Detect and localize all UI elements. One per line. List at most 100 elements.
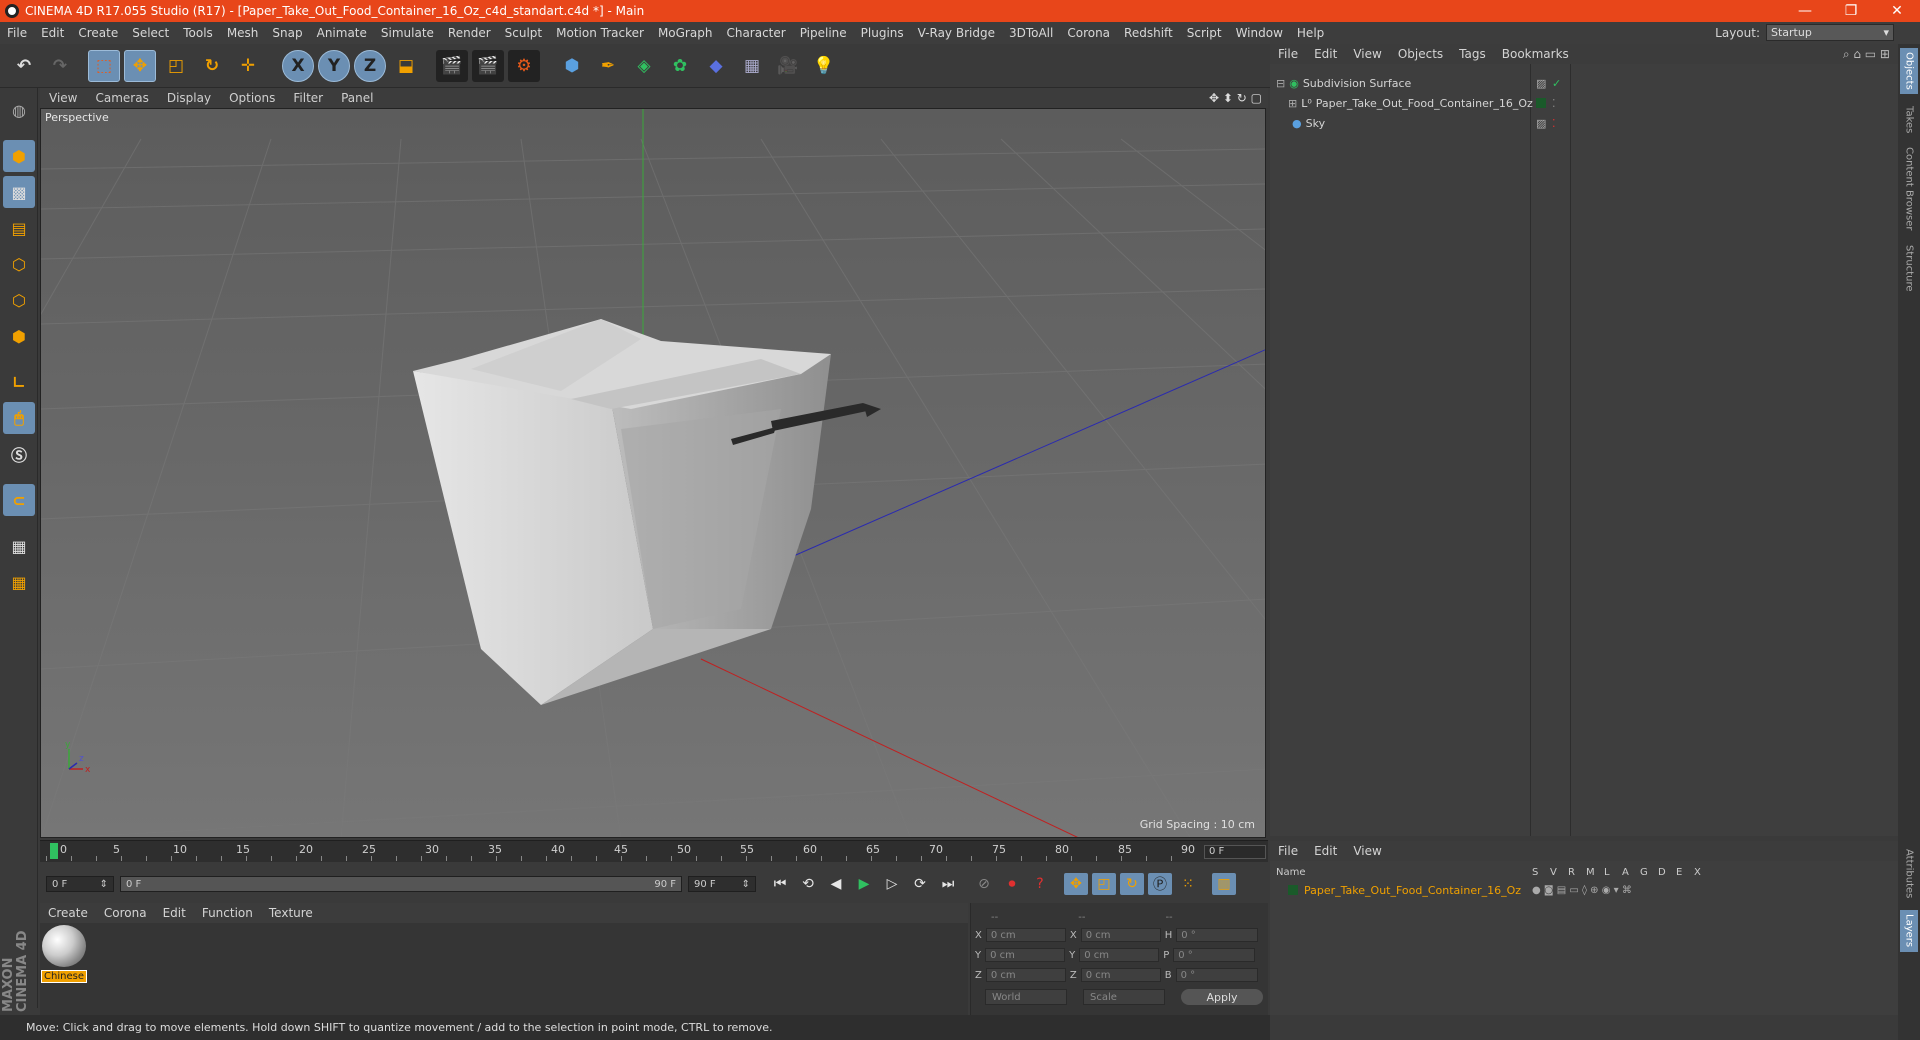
position-y-field[interactable]: 0 cm bbox=[985, 948, 1066, 962]
previous-key-icon[interactable]: ⟲ bbox=[796, 873, 820, 895]
menu-character[interactable]: Character bbox=[719, 26, 792, 40]
undo-icon[interactable]: ↶ bbox=[8, 50, 40, 82]
menu-pipeline[interactable]: Pipeline bbox=[793, 26, 854, 40]
rotation-b-field[interactable]: 0 ° bbox=[1175, 968, 1258, 982]
tab-attributes[interactable]: Attributes bbox=[1900, 844, 1918, 904]
layer-color-icon[interactable] bbox=[1288, 885, 1298, 895]
menu-render[interactable]: Render bbox=[441, 26, 498, 40]
visibility-dots-icon[interactable]: ⁚ bbox=[1552, 97, 1556, 110]
render-view-icon[interactable]: 🎬 bbox=[436, 50, 468, 82]
tweak-mode-icon[interactable]: 🖱 bbox=[3, 402, 35, 434]
texture-mode-icon[interactable]: ▩ bbox=[3, 176, 35, 208]
material-menu-texture[interactable]: Texture bbox=[261, 906, 321, 920]
apply-button[interactable]: Apply bbox=[1181, 989, 1263, 1005]
select-tool-icon[interactable]: ⬚ bbox=[88, 50, 120, 82]
menu-plugins[interactable]: Plugins bbox=[854, 26, 911, 40]
menu-sculpt[interactable]: Sculpt bbox=[498, 26, 549, 40]
object-menu-file[interactable]: File bbox=[1270, 47, 1306, 61]
locked-workplane-icon[interactable]: ▦ bbox=[3, 566, 35, 598]
autokey-icon[interactable]: ⏺ bbox=[1000, 873, 1024, 895]
viewport-menu-filter[interactable]: Filter bbox=[284, 91, 332, 105]
material-name-label[interactable]: Chinese bbox=[41, 970, 87, 983]
start-frame-field[interactable]: 0 F ⇕ bbox=[46, 876, 114, 892]
menu-help[interactable]: Help bbox=[1290, 26, 1331, 40]
menu-mograph[interactable]: MoGraph bbox=[651, 26, 720, 40]
size-x-field[interactable]: 0 cm bbox=[1080, 928, 1161, 942]
expand-icon[interactable]: ⊞ bbox=[1288, 97, 1297, 110]
menu-select[interactable]: Select bbox=[125, 26, 176, 40]
layer-name[interactable]: Paper_Take_Out_Food_Container_16_Oz bbox=[1304, 884, 1521, 897]
tab-structure[interactable]: Structure bbox=[1900, 240, 1918, 296]
snapping-icon[interactable]: Ⓢ bbox=[3, 438, 35, 470]
coordinate-system-icon[interactable]: ⬓ bbox=[390, 50, 422, 82]
coordinate-type-select[interactable]: Scale bbox=[1083, 989, 1165, 1005]
object-menu-objects[interactable]: Objects bbox=[1390, 47, 1451, 61]
pen-spline-icon[interactable]: ✒ bbox=[592, 50, 624, 82]
viewport-menu-panel[interactable]: Panel bbox=[332, 91, 382, 105]
menu-snap[interactable]: Snap bbox=[265, 26, 309, 40]
model-mode-icon[interactable]: ⬢ bbox=[3, 140, 35, 172]
tab-objects[interactable]: Objects bbox=[1900, 48, 1918, 94]
size-y-field[interactable]: 0 cm bbox=[1079, 948, 1160, 962]
points-mode-icon[interactable]: ⬡ bbox=[3, 248, 35, 280]
position-x-field[interactable]: 0 cm bbox=[985, 928, 1066, 942]
next-frame-icon[interactable]: ▷ bbox=[880, 873, 904, 895]
size-z-field[interactable]: 0 cm bbox=[1080, 968, 1161, 982]
polygons-mode-icon[interactable]: ⬢ bbox=[3, 320, 35, 352]
viewport-menu-cameras[interactable]: Cameras bbox=[86, 91, 157, 105]
menu-simulate[interactable]: Simulate bbox=[374, 26, 441, 40]
object-menu-edit[interactable]: Edit bbox=[1306, 47, 1345, 61]
coordinate-mode-select[interactable]: World bbox=[985, 989, 1067, 1005]
record-scale-icon[interactable]: ◰ bbox=[1092, 873, 1116, 895]
menu-script[interactable]: Script bbox=[1180, 26, 1229, 40]
material-menu-create[interactable]: Create bbox=[40, 906, 96, 920]
menu-tools[interactable]: Tools bbox=[176, 26, 220, 40]
material-menu-edit[interactable]: Edit bbox=[155, 906, 194, 920]
close-button[interactable]: ✕ bbox=[1874, 0, 1920, 22]
edit-toggle-icon[interactable]: ▨ bbox=[1536, 77, 1546, 90]
viewport-menu-display[interactable]: Display bbox=[158, 91, 220, 105]
record-position-icon[interactable]: ✥ bbox=[1064, 873, 1088, 895]
tab-content-browser[interactable]: Content Browser bbox=[1900, 144, 1918, 234]
object-menu-bookmarks[interactable]: Bookmarks bbox=[1494, 47, 1577, 61]
workplane-lock-icon[interactable]: ▦ bbox=[3, 530, 35, 562]
tab-layers[interactable]: Layers bbox=[1900, 910, 1918, 952]
enabled-check-icon[interactable]: ✓ bbox=[1552, 77, 1561, 90]
layer-row[interactable]: Paper_Take_Out_Food_Container_16_Oz ● ◙ … bbox=[1270, 881, 1898, 899]
subdivision-surface-icon[interactable]: ◈ bbox=[628, 50, 660, 82]
record-rotation-icon[interactable]: ↻ bbox=[1120, 873, 1144, 895]
menu-animate[interactable]: Animate bbox=[310, 26, 374, 40]
edges-mode-icon[interactable]: ⬡ bbox=[3, 284, 35, 316]
go-to-start-icon[interactable]: ⏮ bbox=[768, 873, 792, 895]
object-row-subdivision-surface[interactable]: ⊟ ◉ Subdivision Surface ▨ ✓ bbox=[1270, 74, 1898, 92]
render-settings-icon[interactable]: ⚙ bbox=[508, 50, 540, 82]
axis-mode-icon[interactable]: ∟ bbox=[3, 366, 35, 398]
object-menu-tags[interactable]: Tags bbox=[1451, 47, 1494, 61]
render-picture-viewer-icon[interactable]: 🎬 bbox=[472, 50, 504, 82]
material-menu-corona[interactable]: Corona bbox=[96, 906, 155, 920]
end-frame-field[interactable]: 90 F ⇕ bbox=[688, 876, 756, 892]
layer-menu-view[interactable]: View bbox=[1345, 844, 1389, 858]
menu-motion-tracker[interactable]: Motion Tracker bbox=[549, 26, 651, 40]
record-point-level-icon[interactable]: ⁙ bbox=[1176, 873, 1200, 895]
layout-select[interactable]: Startup ▾ bbox=[1766, 24, 1894, 41]
previous-frame-icon[interactable]: ◀ bbox=[824, 873, 848, 895]
y-axis-button[interactable]: Y bbox=[318, 50, 350, 82]
deformer-icon[interactable]: ◆ bbox=[700, 50, 732, 82]
layer-menu-edit[interactable]: Edit bbox=[1306, 844, 1345, 858]
next-key-icon[interactable]: ⟳ bbox=[908, 873, 932, 895]
live-move-icon[interactable]: ✛ bbox=[232, 50, 264, 82]
x-axis-button[interactable]: X bbox=[282, 50, 314, 82]
playhead-marker[interactable] bbox=[50, 843, 58, 859]
object-row-sky[interactable]: ● Sky ▨ ⁚ bbox=[1270, 114, 1898, 132]
menu-create[interactable]: Create bbox=[71, 26, 125, 40]
viewport-menu-view[interactable]: View bbox=[40, 91, 86, 105]
collapse-icon[interactable]: ⊟ bbox=[1276, 77, 1285, 90]
floor-icon[interactable]: ▦ bbox=[736, 50, 768, 82]
visibility-dots-icon[interactable]: ⁚ bbox=[1552, 117, 1556, 130]
menu-edit[interactable]: Edit bbox=[34, 26, 71, 40]
perspective-viewport[interactable]: y x z Perspective Grid Spacing : 10 cm bbox=[40, 108, 1266, 838]
layer-color-icon[interactable] bbox=[1536, 98, 1546, 108]
rotation-h-field[interactable]: 0 ° bbox=[1176, 928, 1259, 942]
timeline-window-icon[interactable]: ▥ bbox=[1212, 873, 1236, 895]
